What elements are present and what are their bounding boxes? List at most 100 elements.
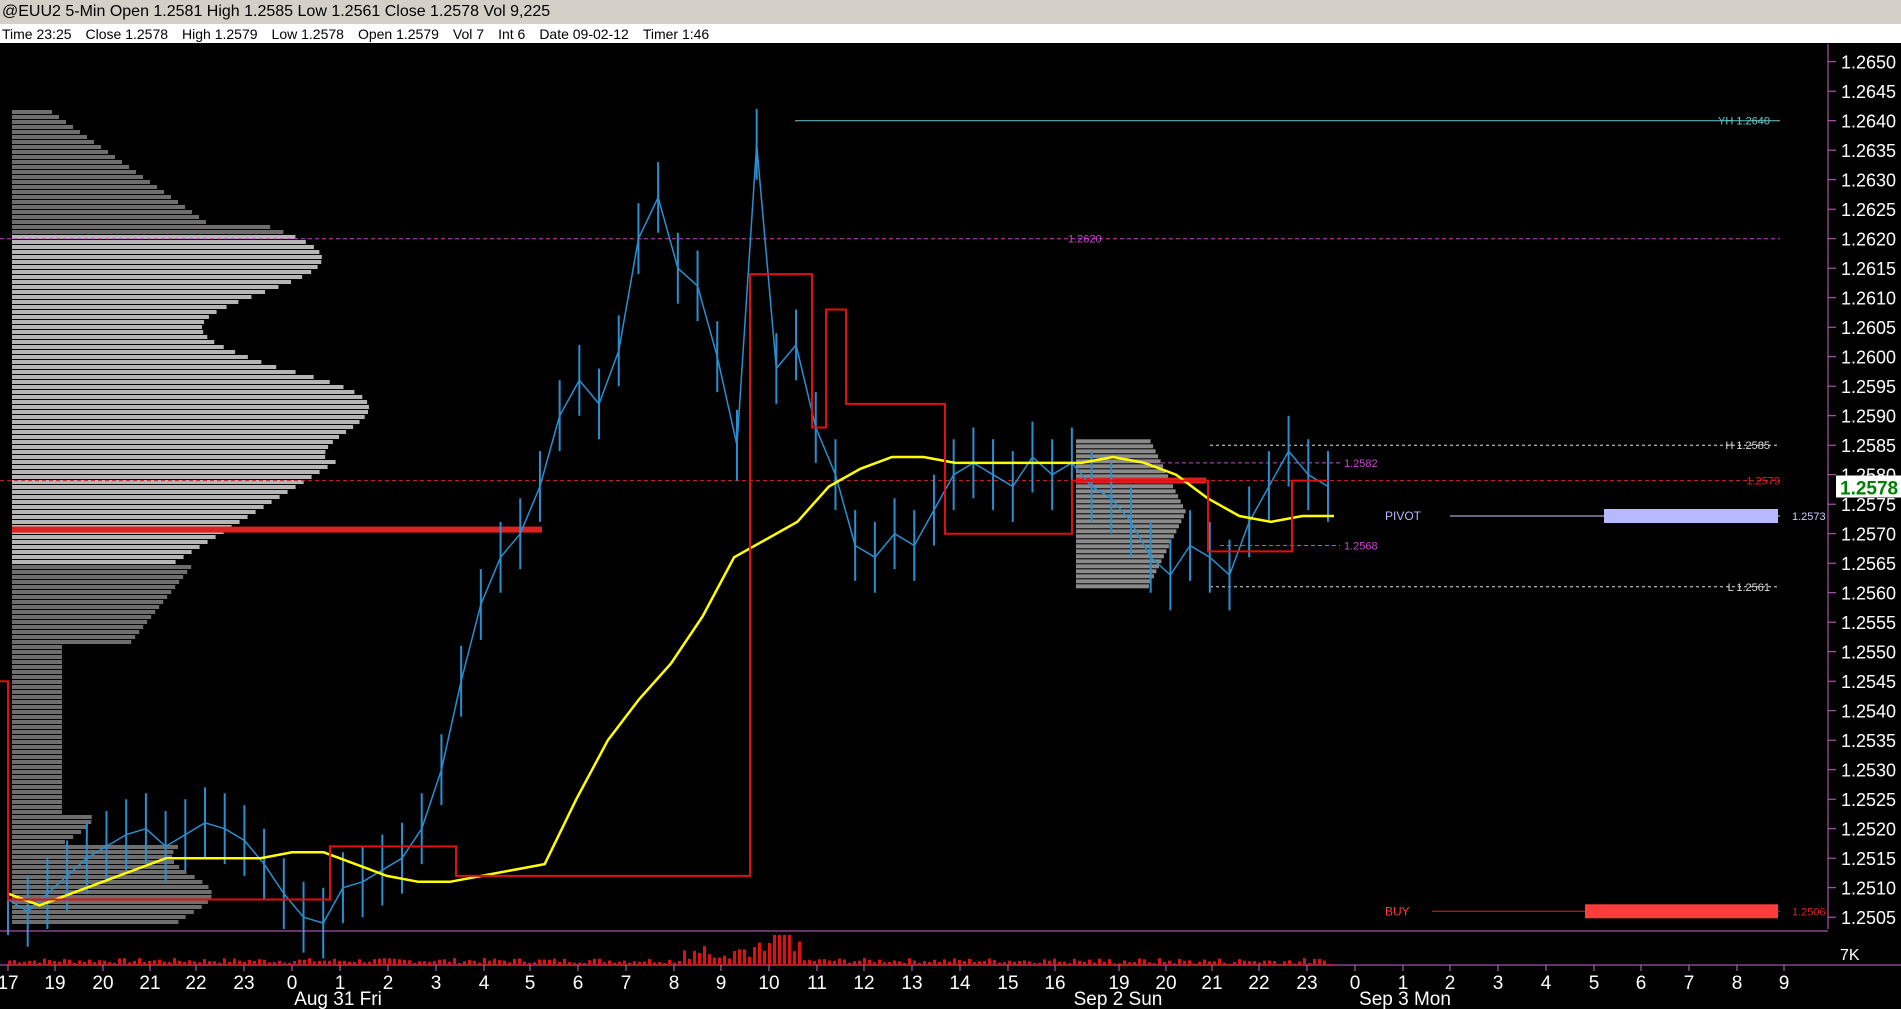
x-tick-label: 8 xyxy=(669,973,680,994)
profile-row xyxy=(12,215,199,219)
volume-bar xyxy=(823,959,826,965)
volume-bar xyxy=(308,958,311,965)
volume-bar xyxy=(133,960,136,965)
profile-row-session2 xyxy=(1076,569,1157,574)
y-tick-label: 1.2525 xyxy=(1841,790,1896,810)
volume-bar xyxy=(383,958,386,965)
profile-row xyxy=(12,145,101,149)
volume-bar xyxy=(1013,961,1016,965)
volume-bar xyxy=(683,950,686,965)
y-tick-label: 1.2645 xyxy=(1841,82,1896,102)
profile-row xyxy=(12,360,262,364)
volume-bar xyxy=(738,949,741,965)
volume-axis-label: 7K xyxy=(1840,947,1860,964)
info-item: Low 1.2578 xyxy=(271,26,344,42)
volume-bar xyxy=(523,961,526,965)
volume-bar xyxy=(353,961,356,965)
volume-bar xyxy=(638,961,641,965)
x-tick-label: 5 xyxy=(1589,973,1600,994)
volume-bar xyxy=(898,961,901,965)
volume-bar xyxy=(268,962,271,965)
volume-bar xyxy=(73,962,76,965)
x-tick-label: 17 xyxy=(0,973,19,994)
x-tick-label: 4 xyxy=(479,973,490,994)
profile-row xyxy=(12,735,62,739)
volume-bar xyxy=(963,961,966,965)
volume-bar xyxy=(648,959,651,965)
profile-row-session2 xyxy=(1076,524,1179,529)
y-tick-label: 1.2635 xyxy=(1841,141,1896,161)
volume-bar xyxy=(703,946,706,965)
profile-row xyxy=(12,110,52,114)
volume-bar xyxy=(1293,963,1296,965)
profile-row xyxy=(12,500,272,504)
volume-bar xyxy=(588,960,591,965)
volume-bar xyxy=(838,958,841,965)
volume-bar xyxy=(403,959,406,965)
x-date-label: Sep 3 Mon xyxy=(1359,989,1451,1009)
profile-row xyxy=(12,550,192,554)
x-tick-label: 22 xyxy=(1248,973,1269,994)
volume-bar xyxy=(183,961,186,965)
x-tick-label: 16 xyxy=(1044,973,1065,994)
profile-row xyxy=(12,300,239,304)
volume-bar xyxy=(123,958,126,965)
profile-row-session2 xyxy=(1076,529,1177,534)
info-item: Vol 7 xyxy=(452,26,485,42)
profile-row xyxy=(12,555,184,559)
profile-row-session2 xyxy=(1076,544,1169,549)
volume-bar xyxy=(488,960,491,965)
volume-bar xyxy=(333,958,336,965)
volume-bar xyxy=(28,960,31,965)
point-of-control xyxy=(12,526,542,533)
profile-row xyxy=(12,885,209,889)
profile-row xyxy=(12,390,355,394)
volume-bar xyxy=(1193,963,1196,965)
volume-bar xyxy=(423,961,426,965)
volume-bar xyxy=(1143,959,1146,965)
volume-bar xyxy=(518,958,521,965)
y-tick-label: 1.2550 xyxy=(1841,643,1896,663)
volume-bar xyxy=(538,959,541,965)
y-tick-label: 1.2615 xyxy=(1841,259,1896,279)
profile-row xyxy=(12,805,62,809)
profile-row xyxy=(12,845,178,849)
volume-bar xyxy=(973,962,976,965)
volume-bar xyxy=(1308,962,1311,965)
volume-bar xyxy=(223,958,226,965)
profile-row-session2 xyxy=(1076,539,1172,544)
volume-bar xyxy=(1313,958,1316,965)
volume-bar xyxy=(38,962,41,965)
profile-row xyxy=(12,725,62,729)
profile-row xyxy=(12,865,180,869)
volume-bar xyxy=(83,961,86,965)
profile-row-session2 xyxy=(1076,559,1162,564)
volume-bar xyxy=(288,962,291,965)
volume-bar xyxy=(858,960,861,965)
volume-bar xyxy=(578,962,581,965)
x-tick-label: 15 xyxy=(997,973,1018,994)
price-chart[interactable]: YH 1.2640 1.2620 H 1.2585 1.2582 1.2579 1.257… xyxy=(0,44,1901,1009)
volume-bar xyxy=(358,959,361,965)
y-tick-label: 1.2640 xyxy=(1841,112,1896,132)
profile-row xyxy=(12,255,322,259)
profile-row xyxy=(12,400,368,404)
profile-row xyxy=(12,425,354,429)
volume-bar xyxy=(1128,962,1131,965)
volume-bar xyxy=(1023,960,1026,965)
volume-bar xyxy=(343,960,346,965)
info-item: Close 1.2578 xyxy=(85,26,169,42)
profile-row xyxy=(12,370,296,374)
volume-bar xyxy=(1078,960,1081,965)
volume-bar xyxy=(1103,961,1106,965)
volume-bar xyxy=(348,961,351,965)
profile-row xyxy=(12,420,360,424)
profile-row xyxy=(12,495,280,499)
profile-row xyxy=(12,815,92,819)
profile-row xyxy=(12,205,185,209)
y-tick-label: 1.2630 xyxy=(1841,171,1896,191)
profile-row xyxy=(12,375,314,379)
volume-bar xyxy=(1253,961,1256,965)
volume-bar xyxy=(1118,963,1121,965)
profile-row xyxy=(12,410,369,414)
